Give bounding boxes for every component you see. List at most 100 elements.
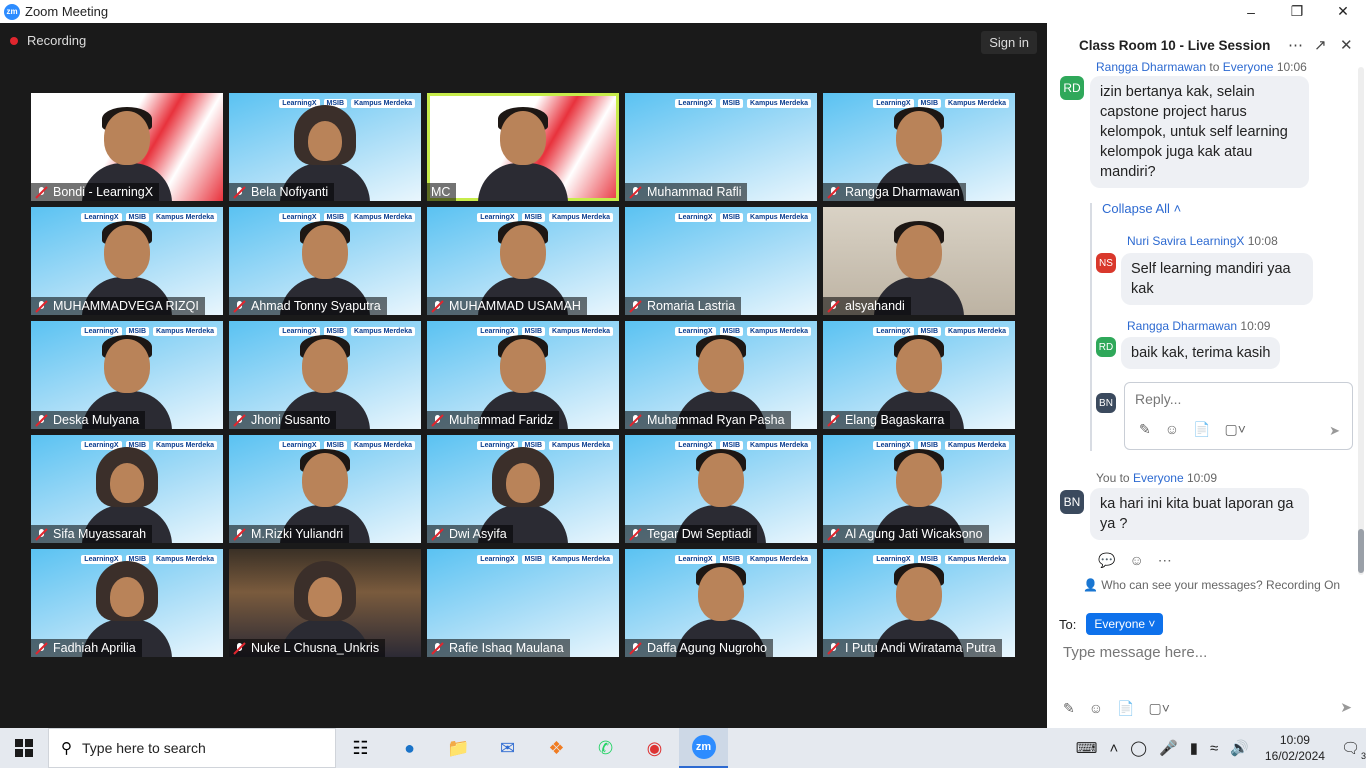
close-window-button[interactable]: ✕ — [1320, 0, 1366, 23]
microphone-icon[interactable]: 🎤 — [1159, 739, 1178, 757]
who-can-see-link[interactable]: 👤 Who can see your messages? Recording O… — [1083, 578, 1340, 592]
participant-tile[interactable]: LearningX MSIB Kampus Merdeka Daffa Agung N… — [625, 549, 817, 657]
close-chat-icon[interactable]: ✕ — [1340, 36, 1353, 54]
participant-name: Dwi Asyifa — [449, 527, 507, 541]
chevron-up-icon[interactable]: ˄ — [1109, 740, 1118, 757]
keyboard-icon[interactable]: ⌨ — [1076, 739, 1098, 757]
participant-name-bar: Al Agung Jati Wicaksono — [823, 525, 989, 543]
participant-tile[interactable]: LearningX MSIB Kampus Merdeka Bela Nofiyant… — [229, 93, 421, 201]
participant-name-bar: Daffa Agung Nugroho — [625, 639, 774, 657]
participant-tile[interactable]: LearningX MSIB Kampus Merdeka Fadhiah April… — [31, 549, 223, 657]
participant-tile[interactable]: LearningX MSIB Kampus Merdeka M.Rizki Yulia… — [229, 435, 421, 543]
emoji-icon[interactable]: ☺ — [1165, 421, 1179, 438]
sign-in-button[interactable]: Sign in — [981, 31, 1037, 54]
reply-input[interactable]: Reply... ✎ ☺ 📄 ▢˅ ➤ — [1124, 382, 1353, 450]
clock[interactable]: 10:09 16/02/2024 — [1265, 732, 1325, 764]
notification-icon[interactable]: 🗨 3 — [1341, 739, 1366, 761]
chat-message[interactable]: izin bertanya kak, selain capstone proje… — [1090, 76, 1309, 188]
participant-name: Daffa Agung Nugroho — [647, 641, 768, 655]
wifi-icon[interactable]: ≈ — [1210, 740, 1218, 757]
format-icon[interactable]: ✎ — [1063, 700, 1075, 717]
volume-icon[interactable]: 🔊 — [1230, 739, 1249, 757]
participant-tile[interactable]: LearningX MSIB Kampus Merdeka Muhammad Fari… — [427, 321, 619, 429]
participant-tile[interactable]: alsyahandi — [823, 207, 1015, 315]
participant-tile[interactable]: LearningX MSIB Kampus Merdeka Elang Bagaska… — [823, 321, 1015, 429]
format-icon[interactable]: ✎ — [1139, 421, 1151, 438]
participant-tile[interactable]: MC — [427, 93, 619, 201]
restore-button[interactable]: ❐ — [1274, 0, 1320, 23]
file-explorer-icon[interactable]: 📁 — [434, 728, 483, 768]
react-icon[interactable]: ☺ — [1129, 552, 1143, 569]
muted-mic-icon — [629, 185, 642, 199]
message-input[interactable]: Type message here... — [1063, 644, 1207, 661]
participant-tile[interactable]: LearningX MSIB Kampus Merdeka MUHAMMAD USAM… — [427, 207, 619, 315]
participant-tile[interactable]: LearningX MSIB Kampus Merdeka Al Agung Jati… — [823, 435, 1015, 543]
minimize-button[interactable]: – — [1228, 0, 1274, 23]
xampp-icon[interactable]: ❖ — [532, 728, 581, 768]
participant-name-bar: Ahmad Tonny Syaputra — [229, 297, 387, 315]
start-button[interactable] — [0, 728, 48, 768]
screenshot-icon[interactable]: ▢˅ — [1148, 700, 1169, 717]
participant-tile[interactable]: LearningX MSIB Kampus Merdeka Sifa Muyassar… — [31, 435, 223, 543]
window-title: Zoom Meeting — [25, 4, 109, 19]
muted-mic-icon — [827, 185, 840, 199]
collapse-all-button[interactable]: Collapse All ˄ — [1102, 201, 1181, 216]
avatar: BN — [1096, 393, 1116, 413]
task-view-icon[interactable]: ☷ — [336, 728, 385, 768]
file-icon[interactable]: 📄 — [1117, 700, 1134, 717]
chat-scrollbar[interactable] — [1358, 67, 1364, 575]
participant-tile[interactable]: LearningX MSIB Kampus Merdeka Rafie Ishaq M… — [427, 549, 619, 657]
participant-tile[interactable]: LearningX MSIB Kampus Merdeka Jhoni Susanto — [229, 321, 421, 429]
more-options-icon[interactable]: ⋯ — [1288, 36, 1303, 54]
camera-icon[interactable]: ◯ — [1130, 739, 1147, 757]
participant-tile[interactable]: LearningX MSIB Kampus Merdeka Ahmad Tonny S… — [229, 207, 421, 315]
taskbar-search[interactable]: ⚲ Type here to search — [48, 728, 336, 768]
participant-tile[interactable]: LearningX MSIB Kampus Merdeka Tegar Dwi Sep… — [625, 435, 817, 543]
search-icon: ⚲ — [61, 740, 72, 757]
avatar: NS — [1096, 253, 1116, 273]
recording-indicator[interactable]: Recording — [10, 33, 86, 48]
participant-tile[interactable]: LearningX MSIB Kampus Merdeka MUHAMMADVEGA … — [31, 207, 223, 315]
muted-mic-icon — [35, 641, 48, 655]
chrome-icon[interactable]: ◉ — [630, 728, 679, 768]
chevron-up-icon: ˄ — [1173, 201, 1182, 216]
muted-mic-icon — [827, 527, 840, 541]
participant-name-bar: Muhammad Ryan Pasha — [625, 411, 791, 429]
mail-icon[interactable]: ✉ — [483, 728, 532, 768]
participant-name: MUHAMMADVEGA RIZQI — [53, 299, 199, 313]
reply-message[interactable]: Self learning mandiri yaa kak — [1121, 253, 1313, 305]
participant-name: Romaria Lastria — [647, 299, 736, 313]
participant-grid: Bondi - LearningX LearningX MSIB Kampus Mer… — [31, 93, 1015, 657]
battery-icon[interactable]: ▮ — [1190, 739, 1198, 757]
pop-out-icon[interactable]: ↗ — [1314, 36, 1327, 54]
participant-tile[interactable]: Bondi - LearningX — [31, 93, 223, 201]
recording-label: Recording — [27, 33, 87, 48]
send-reply-icon[interactable]: ➤ — [1329, 423, 1340, 439]
chat-panel: Class Room 10 - Live Session ⋯ ↗ ✕ Rangg… — [1047, 23, 1366, 728]
file-icon[interactable]: 📄 — [1193, 421, 1210, 438]
muted-mic-icon — [629, 299, 642, 313]
whatsapp-icon[interactable]: ✆ — [581, 728, 630, 768]
muted-mic-icon — [827, 641, 840, 655]
recipient-dropdown[interactable]: Everyone ˅ — [1086, 613, 1164, 635]
muted-mic-icon — [629, 641, 642, 655]
participant-name: Muhammad Ryan Pasha — [647, 413, 785, 427]
more-icon[interactable]: ⋯ — [1158, 552, 1172, 569]
participant-tile[interactable]: LearningX MSIB Kampus Merdeka Romaria Lastr… — [625, 207, 817, 315]
avatar: RD — [1060, 76, 1084, 100]
emoji-icon[interactable]: ☺ — [1089, 700, 1103, 717]
participant-tile[interactable]: LearningX MSIB Kampus Merdeka Dwi Asyifa — [427, 435, 619, 543]
reply-message[interactable]: baik kak, terima kasih — [1121, 337, 1281, 369]
participant-tile[interactable]: LearningX MSIB Kampus Merdeka Deska Mulyana — [31, 321, 223, 429]
participant-tile[interactable]: LearningX MSIB Kampus Merdeka Muhammad Rafl… — [625, 93, 817, 201]
edge-icon[interactable]: ● — [385, 728, 434, 768]
screenshot-icon[interactable]: ▢˅ — [1224, 421, 1245, 438]
participant-tile[interactable]: LearningX MSIB Kampus Merdeka Rangga Dharma… — [823, 93, 1015, 201]
my-message[interactable]: ka hari ini kita buat laporan ga ya ? — [1090, 488, 1309, 540]
participant-tile[interactable]: LearningX MSIB Kampus Merdeka I Putu Andi W… — [823, 549, 1015, 657]
participant-tile[interactable]: LearningX MSIB Kampus Merdeka Muhammad Ryan… — [625, 321, 817, 429]
participant-tile[interactable]: Nuke L Chusna_Unkris — [229, 549, 421, 657]
reply-icon[interactable]: 💬 — [1098, 552, 1115, 569]
send-icon[interactable]: ➤ — [1340, 699, 1352, 716]
zoom-taskbar-icon[interactable]: zm — [679, 728, 728, 768]
